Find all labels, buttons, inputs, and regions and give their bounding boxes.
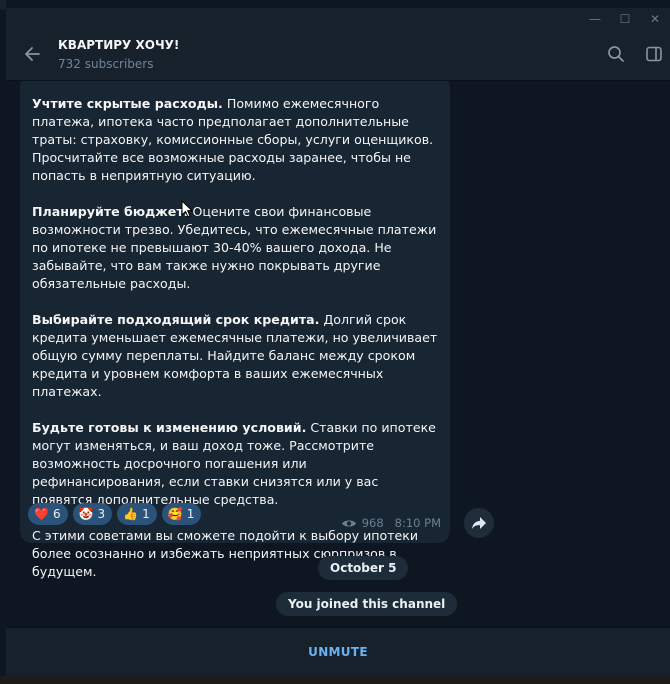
subscriber-count: 732 subscribers [58,57,154,71]
reaction-count: 3 [97,507,106,521]
mouse-cursor-icon [181,200,193,218]
search-button[interactable] [604,42,628,66]
message-time: 8:10 PM [394,516,441,530]
forward-arrow-icon [472,517,486,529]
paragraph-heading: Будьте готовы к изменению условий. [32,420,307,435]
reaction-smiling-hearts[interactable]: 🥰 1 [161,503,202,525]
paragraph-heading: Выбирайте подходящий срок кредита. [32,312,320,327]
message-meta: 968 8:10 PM [341,516,441,530]
reaction-count: 1 [142,507,150,521]
minimize-button[interactable]: — [580,8,610,30]
smiling-hearts-icon: 🥰 [167,507,183,521]
message-paragraph: Планируйте бюджет. Оцените свои финансов… [32,203,440,293]
chat-footer: UNMUTE [6,627,670,676]
view-count: 968 [361,516,384,530]
message-paragraph: Учтите скрытые расходы. Помимо ежемесячн… [32,95,440,185]
message-bubble[interactable]: Учтите скрытые расходы. Помимо ежемесячн… [20,81,450,579]
message-paragraph: Выбирайте подходящий срок кредита. Долги… [32,311,440,401]
chat-header: КВАРТИРУ ХОЧУ! 732 subscribers [6,30,670,81]
unmute-button[interactable]: UNMUTE [6,628,670,676]
message-paragraph: Будьте готовы к изменению условий. Ставк… [32,419,440,509]
search-icon [608,46,624,62]
reaction-count: 1 [186,507,195,521]
paragraph-heading: Планируйте бюджет. [32,204,189,219]
heart-icon: ❤️ [34,507,49,521]
date-separator: October 5 [318,556,409,580]
eye-icon [341,520,356,526]
reaction-heart[interactable]: ❤️ 6 [28,503,68,525]
thumbs-up-icon: 👍 [123,507,139,521]
sidebar-toggle-icon [646,46,662,62]
telegram-window: — ☐ ✕ КВАРТИРУ ХОЧУ! 732 subscribers Учт… [6,0,670,684]
joined-notice: You joined this channel [276,592,458,616]
window-titlebar: — ☐ ✕ [6,8,670,30]
arrow-left-icon [25,47,40,61]
paragraph-heading: Учтите скрытые расходы. [32,96,223,111]
reaction-thumbs-up[interactable]: 👍 1 [117,503,157,525]
desktop-bottom-strip [0,676,670,684]
reactions-bar: ❤️ 6 🤡 3 👍 1 🥰 1 [28,503,202,525]
reaction-clown[interactable]: 🤡 3 [72,503,113,525]
message-area[interactable]: Учтите скрытые расходы. Помимо ежемесячн… [6,81,670,627]
reaction-count: 6 [52,507,61,521]
sidebar-toggle-button[interactable] [642,42,666,66]
close-button[interactable]: ✕ [640,8,670,30]
clown-icon: 🤡 [78,507,94,521]
channel-title[interactable]: КВАРТИРУ ХОЧУ! [58,38,179,52]
forward-button[interactable] [464,508,494,538]
maximize-button[interactable]: ☐ [610,8,640,30]
back-button[interactable] [20,42,44,66]
